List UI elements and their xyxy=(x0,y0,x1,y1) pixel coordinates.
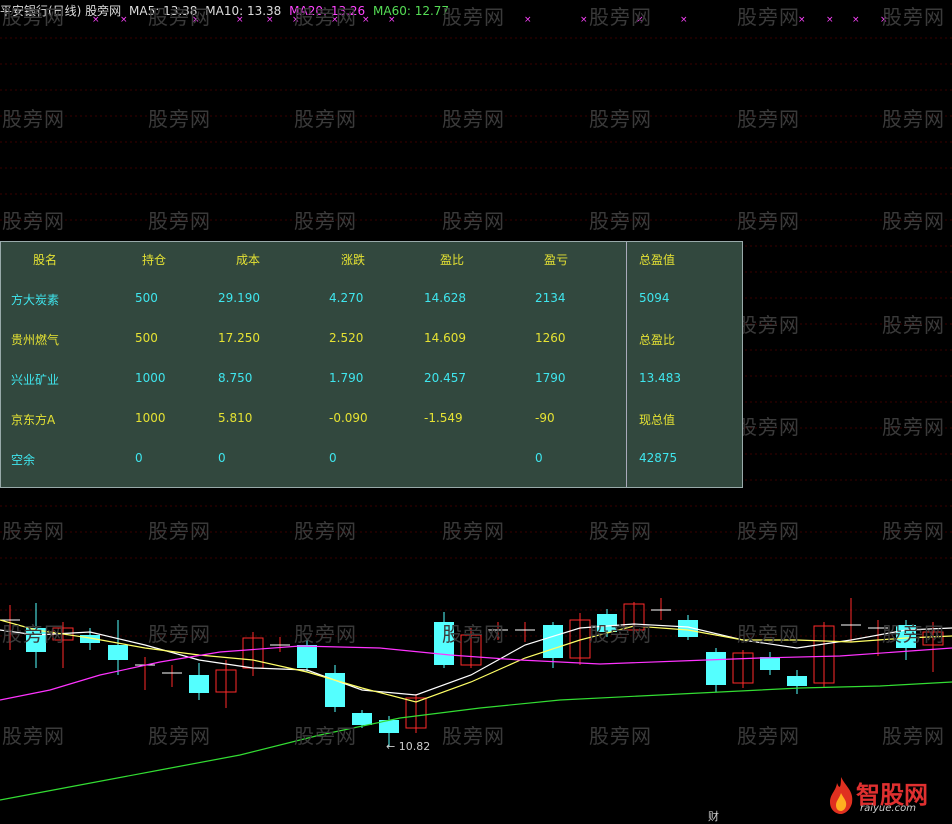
row-4-pos: 0 xyxy=(135,451,143,465)
top-marker: × xyxy=(636,15,644,25)
row-4-name[interactable]: 空余 xyxy=(11,451,35,468)
row-4-pl: 0 xyxy=(535,451,543,465)
col-header-position: 持仓 xyxy=(142,253,167,267)
portfolio-panel: 股名 持仓 成本 涨跌 盈比 盈亏 方大炭素 500 29.190 4.270 … xyxy=(0,241,743,488)
row-0-pos: 500 xyxy=(135,291,158,305)
row-2-cost: 8.750 xyxy=(218,371,253,385)
row-2-pos: 1000 xyxy=(135,371,166,385)
summary-current-total-label: 现总值 xyxy=(639,413,676,427)
low-price-value: 10.82 xyxy=(398,740,431,753)
row-2-chg: 1.790 xyxy=(329,371,364,385)
candle-body xyxy=(760,657,780,670)
candle-body xyxy=(189,675,209,693)
top-marker: × xyxy=(852,15,860,25)
col-header-pl: 盈亏 xyxy=(544,253,569,267)
row-3-name[interactable]: 京东方A xyxy=(11,411,55,428)
panel-divider xyxy=(626,242,627,487)
candle-body xyxy=(543,625,563,658)
summary-total-profit-value: 5094 xyxy=(639,291,670,305)
col-header-change: 涨跌 xyxy=(341,253,366,267)
col-header-ratio: 盈比 xyxy=(440,253,465,267)
candle-body xyxy=(896,625,916,648)
bottom-axis-char: 财 xyxy=(708,810,719,823)
candle-body xyxy=(352,713,372,725)
summary-total-ratio-label: 总盈比 xyxy=(639,333,676,347)
ma60-value: MA60: 12.77 xyxy=(373,4,450,18)
row-0-pl: 2134 xyxy=(535,291,566,305)
top-marker: × xyxy=(880,15,888,25)
candle-body xyxy=(597,614,617,632)
top-marker: × xyxy=(826,15,834,25)
ma20-value: MA20: 13.26 xyxy=(289,4,366,18)
row-1-chg: 2.520 xyxy=(329,331,364,345)
row-3-pl: -90 xyxy=(535,411,555,425)
row-4-cost: 0 xyxy=(218,451,226,465)
row-1-name[interactable]: 贵州燃气 xyxy=(11,331,59,348)
row-0-cost: 29.190 xyxy=(218,291,260,305)
ma10-line xyxy=(0,619,952,703)
site-logo: 智股网 raiyue.com xyxy=(826,775,946,817)
candle-body xyxy=(108,645,128,660)
ma20-line xyxy=(0,645,952,701)
row-1-ratio: 14.609 xyxy=(424,331,466,345)
col-header-name: 股名 xyxy=(33,253,58,267)
low-price-label: ← 10.82 xyxy=(386,740,431,753)
row-1-pl: 1260 xyxy=(535,331,566,345)
candle-body xyxy=(787,676,807,686)
col-header-cost: 成本 xyxy=(236,253,261,267)
ma60-line xyxy=(0,681,952,801)
chart-header: 平安银行(日线) 股旁网 MA5: 13.38 MA10: 13.38 MA20… xyxy=(0,2,453,19)
summary-current-total-value: 42875 xyxy=(639,451,678,465)
ma5-value: MA5: 13.38 xyxy=(129,4,198,18)
row-4-chg: 0 xyxy=(329,451,337,465)
top-marker: × xyxy=(798,15,806,25)
row-0-name[interactable]: 方大炭素 xyxy=(11,291,59,308)
candle-body xyxy=(706,652,726,685)
candle-body xyxy=(434,622,454,665)
row-2-ratio: 20.457 xyxy=(424,371,466,385)
row-3-ratio: -1.549 xyxy=(424,411,463,425)
summary-total-profit-label: 总盈值 xyxy=(639,253,676,267)
row-1-cost: 17.250 xyxy=(218,331,260,345)
row-2-pl: 1790 xyxy=(535,371,566,385)
chart-title: 平安银行(日线) 股旁网 xyxy=(0,4,122,18)
ma10-value: MA10: 13.38 xyxy=(205,4,282,18)
row-3-pos: 1000 xyxy=(135,411,166,425)
row-0-ratio: 14.628 xyxy=(424,291,466,305)
top-marker: × xyxy=(524,15,532,25)
summary-total-ratio-value: 13.483 xyxy=(639,371,681,385)
candle-body xyxy=(297,645,317,668)
row-1-pos: 500 xyxy=(135,331,158,345)
row-0-chg: 4.270 xyxy=(329,291,364,305)
top-marker: × xyxy=(680,15,688,25)
row-3-chg: -0.090 xyxy=(329,411,368,425)
logo-subtext: raiyue.com xyxy=(860,803,916,814)
row-3-cost: 5.810 xyxy=(218,411,253,425)
top-marker: × xyxy=(580,15,588,25)
row-2-name[interactable]: 兴业矿业 xyxy=(11,371,59,388)
flame-icon xyxy=(830,777,853,814)
